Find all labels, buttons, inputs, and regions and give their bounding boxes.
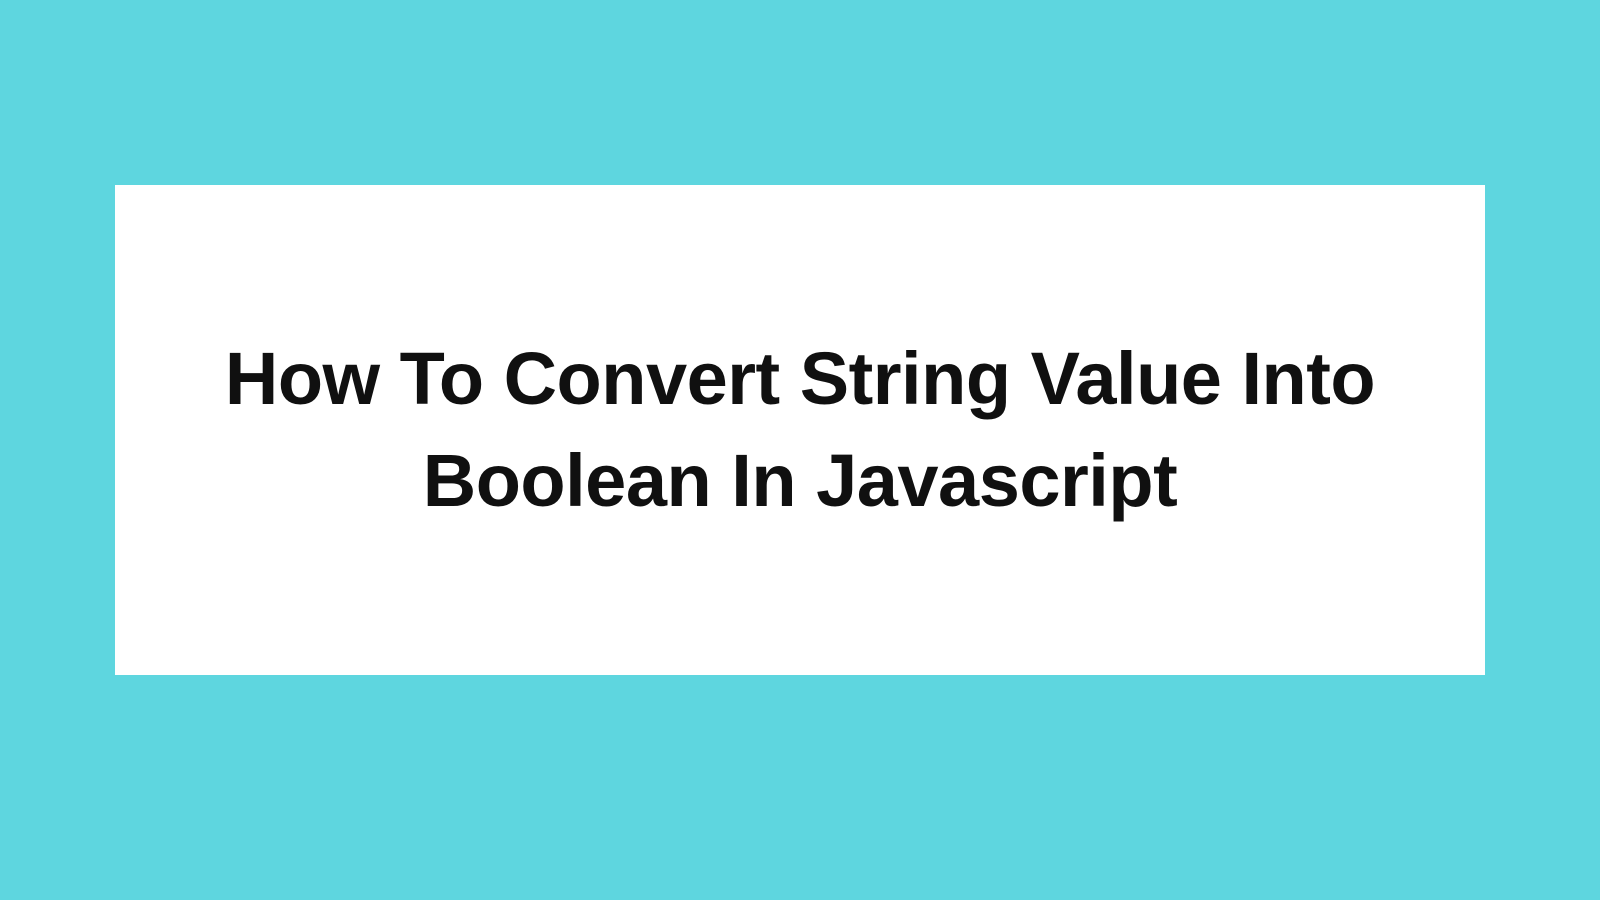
title-card: How To Convert String Value Into Boolean…: [115, 185, 1485, 675]
page-title: How To Convert String Value Into Boolean…: [215, 328, 1385, 532]
